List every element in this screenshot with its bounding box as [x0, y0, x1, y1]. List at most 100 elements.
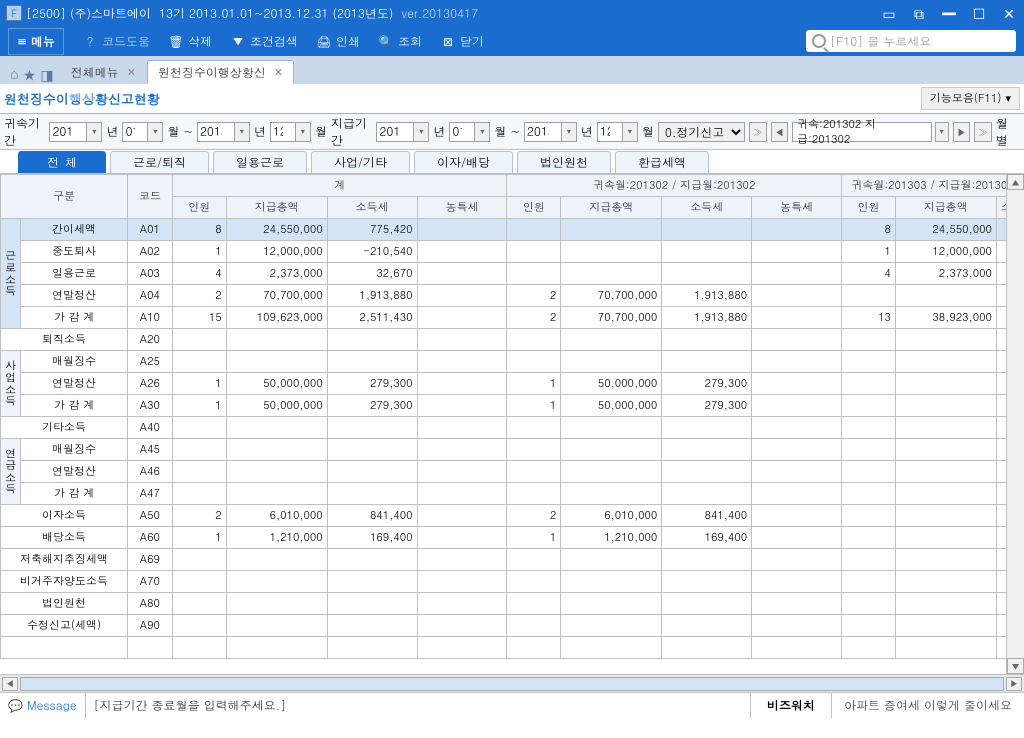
scroll-up-icon[interactable]: ▲	[1007, 174, 1024, 190]
cell-value	[417, 395, 507, 417]
table-row[interactable]: 저축해지추징세액A69	[1, 549, 1024, 571]
tab-interest[interactable]: 이자/배당	[414, 151, 513, 173]
menu-button[interactable]: ≡ 메뉴	[8, 28, 64, 55]
col-rural: 농특세	[752, 197, 842, 219]
query-button[interactable]: 🔍 조회	[378, 33, 422, 50]
delete-button[interactable]: 🗑 삭제	[168, 33, 212, 50]
window-titlebar: F [2500] (주)스마트에이 13기 2013.01.01~2013.12…	[0, 0, 1024, 26]
close-button[interactable]: ⊠ 닫기	[440, 33, 484, 50]
tab-corp[interactable]: 법인원천	[517, 151, 611, 173]
minimize-icon[interactable]: ▬	[940, 4, 958, 22]
scroll-down-icon[interactable]: ▼	[1007, 658, 1024, 674]
scroll-track[interactable]	[1007, 190, 1024, 658]
cell-code: A50	[127, 505, 172, 527]
scroll-right-icon[interactable]: ▶	[1006, 677, 1022, 691]
tab-daily[interactable]: 일용근로	[213, 151, 307, 173]
col-category: 구분	[1, 175, 128, 219]
book-icon[interactable]: ▭	[880, 4, 898, 22]
page-title: 원천징수이행상황신고현황	[4, 89, 160, 108]
table-row[interactable]: 중도퇴사A02112,000,000-210,540112,000,000	[1, 241, 1024, 263]
tab-current[interactable]: 원천징수이행상황신 ✕	[147, 60, 294, 84]
cell-code: A04	[127, 285, 172, 307]
cell-value	[842, 593, 896, 615]
tab-refund[interactable]: 환급세액	[615, 151, 709, 173]
tab-biz[interactable]: 사업/기타	[311, 151, 410, 173]
nav-icon[interactable]: ◨	[40, 64, 53, 84]
cond-search-button[interactable]: ▼ 조건검색	[230, 33, 298, 50]
table-row[interactable]: 이자소득A5026,010,000841,40026,010,000841,40…	[1, 505, 1024, 527]
table-row[interactable]: 가 감 계A30150,000,000279,300150,000,000279…	[1, 395, 1024, 417]
table-row[interactable]: 가 감 계A1015109,623,0002,511,430270,700,00…	[1, 307, 1024, 329]
horizontal-scrollbar[interactable]: ◀ ▶	[0, 674, 1024, 692]
next-icon[interactable]: ▶	[953, 122, 971, 142]
cell-value	[842, 615, 896, 637]
vertical-scrollbar[interactable]: ▲ ▼	[1006, 174, 1024, 674]
dropdown-icon[interactable]: ▾	[86, 122, 102, 142]
tab-all-menu[interactable]: 전체메뉴 ✕	[60, 60, 147, 84]
pay-period-label: 지급기간	[331, 115, 372, 149]
dropdown-icon[interactable]: ▾	[147, 122, 163, 142]
table-row[interactable]: 연말정산A04270,700,0001,913,880270,700,0001,…	[1, 285, 1024, 307]
row-label: 연말정산	[21, 285, 128, 307]
col-pay: 지급총액	[561, 197, 662, 219]
cascade-icon[interactable]: ⧉	[910, 4, 928, 22]
dropdown-icon[interactable]: ▾	[234, 122, 250, 142]
table-row[interactable]: 연금소득매월징수A45	[1, 439, 1024, 461]
dropdown-icon[interactable]: ▾	[935, 122, 949, 142]
cell-value	[417, 439, 507, 461]
year1-input[interactable]	[49, 122, 91, 142]
table-row[interactable]: 비거주자양도소득A70	[1, 571, 1024, 593]
search-input[interactable]: [F10] 을 누르세요	[806, 30, 1016, 52]
close-icon[interactable]: ✕	[1000, 4, 1018, 22]
report-type-select[interactable]: 0.정기신고	[658, 122, 745, 142]
dropdown-icon[interactable]: ▾	[561, 122, 577, 142]
prev-icon[interactable]: ◀	[771, 122, 789, 142]
table-row[interactable]: 가 감 계A47	[1, 483, 1024, 505]
tab-all[interactable]: 전체	[18, 151, 106, 173]
dropdown-icon[interactable]: ▾	[295, 122, 311, 142]
next-fast-icon[interactable]: ≫	[974, 122, 992, 142]
home-icon[interactable]: ⌂	[10, 64, 18, 84]
cell-value	[561, 241, 662, 263]
table-row[interactable]: 연말정산A46	[1, 461, 1024, 483]
dropdown-icon[interactable]: ▾	[622, 122, 638, 142]
cell-value	[417, 307, 507, 329]
star-icon[interactable]: ★	[22, 64, 36, 84]
table-row[interactable]: 배당소득A6011,210,000169,40011,210,000169,40…	[1, 527, 1024, 549]
year2-input[interactable]	[197, 122, 239, 142]
cell-value: 2	[172, 285, 226, 307]
cell-value: 169,400	[662, 527, 752, 549]
dropdown-icon[interactable]: ▾	[413, 122, 429, 142]
table-row[interactable]: 일용근로A0342,373,00032,67042,373,000	[1, 263, 1024, 285]
cell-value	[226, 571, 327, 593]
prev-fast-icon[interactable]: ≫	[749, 122, 767, 142]
tab-close-icon[interactable]: ✕	[127, 65, 136, 80]
tab-close-icon[interactable]: ✕	[274, 65, 283, 80]
year4-input[interactable]	[524, 122, 566, 142]
cell-value	[327, 483, 417, 505]
table-row[interactable]: 퇴직소득A20	[1, 329, 1024, 351]
cell-code: A10	[127, 307, 172, 329]
function-dropdown[interactable]: 기능모음(F11) ▾	[921, 87, 1020, 110]
table-row[interactable]: 수정신고(세액)A90	[1, 615, 1024, 637]
scroll-track[interactable]	[20, 677, 1004, 691]
table-row[interactable]: 법인원천A80	[1, 593, 1024, 615]
cell-value	[752, 263, 842, 285]
print-button[interactable]: 🖨 인쇄	[316, 33, 360, 50]
table-row[interactable]: 연말정산A26150,000,000279,300150,000,000279,…	[1, 373, 1024, 395]
maximize-icon[interactable]: ☐	[970, 4, 988, 22]
code-help-button[interactable]: ? 코드도움	[82, 33, 150, 50]
table-row[interactable]: 근로소득간이세액A01824,550,000775,420824,550,000	[1, 219, 1024, 241]
tab-work[interactable]: 근로/퇴직	[110, 151, 209, 173]
year3-input[interactable]	[376, 122, 418, 142]
table-row[interactable]: 기타소득A40	[1, 417, 1024, 439]
biz-watch-button[interactable]: 비즈워치	[750, 693, 832, 718]
table-row[interactable]: 사업소득매월징수A25	[1, 351, 1024, 373]
cell-value	[417, 219, 507, 241]
cell-value	[662, 417, 752, 439]
cell-value	[327, 329, 417, 351]
hamburger-icon: ≡	[17, 33, 27, 50]
scroll-left-icon[interactable]: ◀	[2, 677, 18, 691]
period-display: 귀속:201302 지급:201302	[792, 122, 932, 142]
dropdown-icon[interactable]: ▾	[474, 122, 490, 142]
